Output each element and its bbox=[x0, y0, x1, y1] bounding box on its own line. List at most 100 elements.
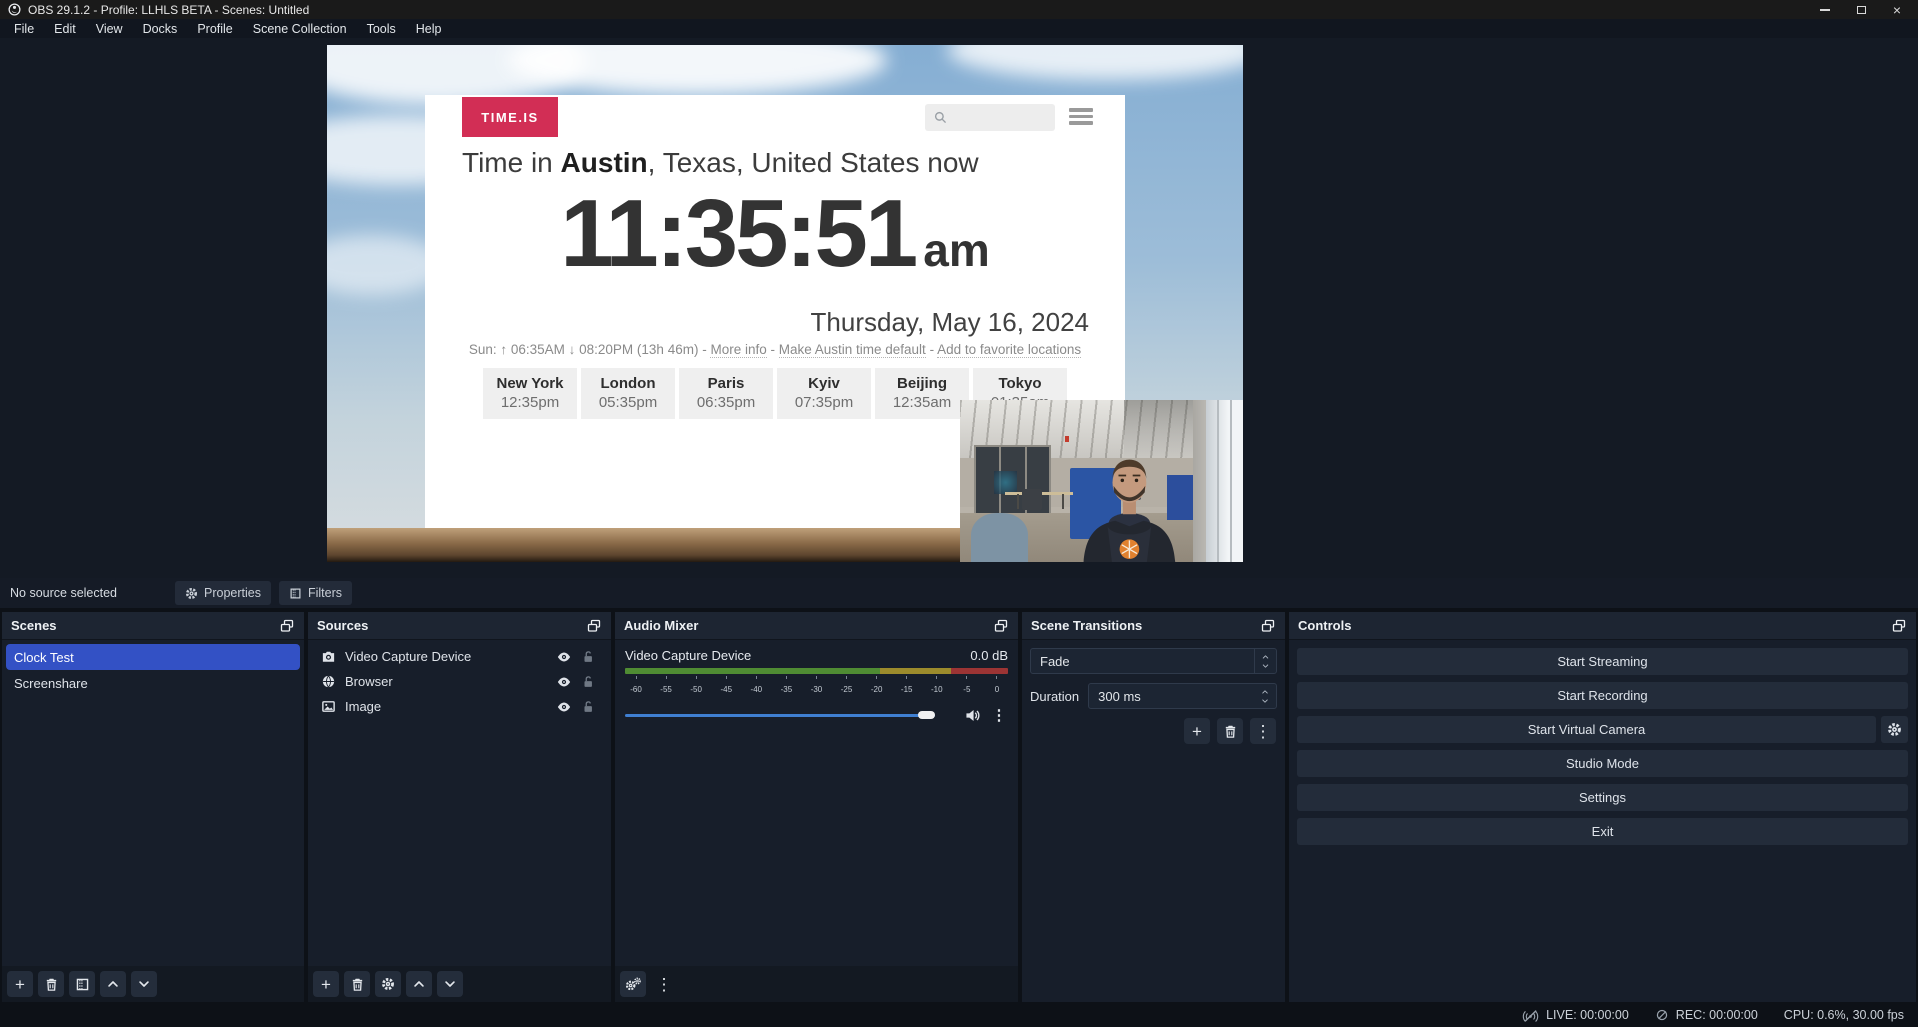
city-box: New York12:35pm bbox=[483, 368, 577, 419]
record-inactive-icon bbox=[1655, 1008, 1669, 1022]
scene-item-screenshare[interactable]: Screenshare bbox=[6, 670, 300, 696]
chevron-up-icon bbox=[1261, 653, 1270, 661]
channel-options-button[interactable]: ⋮ bbox=[990, 706, 1008, 724]
menu-item-docks[interactable]: Docks bbox=[133, 22, 188, 36]
mixer-channel-label: Video Capture Device bbox=[625, 648, 751, 663]
move-scene-up-button[interactable] bbox=[100, 971, 126, 997]
gear-icon bbox=[185, 587, 198, 600]
sources-title: Sources bbox=[317, 618, 368, 633]
slider-handle[interactable] bbox=[918, 711, 935, 719]
city-box: Kyiv07:35pm bbox=[777, 368, 871, 419]
audio-mixer-header: Audio Mixer bbox=[615, 612, 1018, 640]
properties-button[interactable]: Properties bbox=[175, 581, 271, 605]
virtual-camera-settings-button[interactable] bbox=[1881, 716, 1908, 743]
status-bar: LIVE: 00:00:00 REC: 00:00:00 CPU: 0.6%, … bbox=[0, 1003, 1918, 1027]
camera-icon bbox=[321, 649, 336, 664]
timeis-logo: TIME.IS bbox=[462, 97, 558, 137]
source-item-video-capture[interactable]: Video Capture Device bbox=[312, 644, 607, 669]
add-source-button[interactable]: + bbox=[313, 971, 339, 997]
source-status-label: No source selected bbox=[10, 586, 175, 600]
trash-icon bbox=[44, 977, 59, 992]
favorites-link: Add to favorite locations bbox=[937, 342, 1081, 358]
rec-timer: REC: 00:00:00 bbox=[1676, 1008, 1758, 1022]
eye-icon[interactable] bbox=[556, 699, 572, 715]
trash-icon bbox=[1223, 724, 1238, 739]
meter-tick: -35 bbox=[775, 676, 797, 697]
timeis-date: Thursday, May 16, 2024 bbox=[811, 307, 1089, 338]
remove-source-button[interactable] bbox=[344, 971, 370, 997]
move-source-down-button[interactable] bbox=[437, 971, 463, 997]
cpu-fps-label: CPU: 0.6%, 30.00 fps bbox=[1784, 1008, 1904, 1022]
move-scene-down-button[interactable] bbox=[131, 971, 157, 997]
speaker-icon[interactable] bbox=[964, 707, 981, 724]
sources-header: Sources bbox=[308, 612, 611, 640]
close-button[interactable]: × bbox=[1890, 4, 1904, 16]
settings-button[interactable]: Settings bbox=[1297, 784, 1908, 811]
lock-icon[interactable] bbox=[581, 700, 595, 714]
transition-options-button[interactable]: ⋮ bbox=[1250, 718, 1276, 744]
menu-item-file[interactable]: File bbox=[4, 22, 44, 36]
source-item-image[interactable]: Image bbox=[312, 694, 607, 719]
remove-transition-button[interactable] bbox=[1217, 718, 1243, 744]
chevron-down-icon bbox=[443, 977, 457, 991]
source-properties-button[interactable] bbox=[375, 971, 401, 997]
menu-item-tools[interactable]: Tools bbox=[357, 22, 406, 36]
meter-scale: -60 -55 -50 -45 -40 -35 -30 -25 -20 -15 … bbox=[625, 676, 1008, 697]
menu-item-scene-collection[interactable]: Scene Collection bbox=[243, 22, 357, 36]
monitor-glow bbox=[994, 471, 1017, 494]
scene-canvas[interactable]: TIME.IS Time in Austin, Texas, United St… bbox=[327, 45, 1243, 562]
source-item-browser[interactable]: Browser bbox=[312, 669, 607, 694]
start-recording-button[interactable]: Start Recording bbox=[1297, 682, 1908, 709]
trash-icon bbox=[350, 977, 365, 992]
popout-icon bbox=[1891, 618, 1907, 634]
mixer-level-db: 0.0 dB bbox=[970, 648, 1008, 663]
start-streaming-button[interactable]: Start Streaming bbox=[1297, 648, 1908, 675]
eye-icon[interactable] bbox=[556, 649, 572, 665]
scene-filters-button[interactable] bbox=[69, 971, 95, 997]
scenes-list: Clock Test Screenshare bbox=[2, 640, 304, 700]
add-scene-button[interactable]: + bbox=[7, 971, 33, 997]
cloud-shape bbox=[507, 45, 887, 95]
controls-panel: Controls Start Streaming Start Recording… bbox=[1289, 612, 1916, 1002]
chevron-down-icon bbox=[137, 977, 151, 991]
mixer-options-button[interactable]: ⋮ bbox=[651, 971, 677, 997]
add-transition-button[interactable]: + bbox=[1184, 718, 1210, 744]
menu-item-profile[interactable]: Profile bbox=[187, 22, 242, 36]
filters-button[interactable]: Filters bbox=[279, 581, 352, 605]
filter-icon bbox=[75, 977, 90, 992]
live-timer: LIVE: 00:00:00 bbox=[1546, 1008, 1629, 1022]
lock-icon[interactable] bbox=[581, 675, 595, 689]
foreground-chair bbox=[971, 513, 1028, 562]
scene-item-clock-test[interactable]: Clock Test bbox=[6, 644, 300, 670]
meter-green-zone bbox=[625, 668, 880, 674]
city-time: 12:35pm bbox=[483, 394, 577, 411]
exit-button[interactable]: Exit bbox=[1297, 818, 1908, 845]
studio-mode-button[interactable]: Studio Mode bbox=[1297, 750, 1908, 777]
image-icon bbox=[321, 699, 336, 714]
transition-select[interactable]: Fade bbox=[1030, 648, 1277, 674]
menu-item-view[interactable]: View bbox=[86, 22, 133, 36]
volume-slider[interactable] bbox=[625, 707, 955, 723]
minimize-button[interactable] bbox=[1818, 4, 1832, 16]
duration-spinbox[interactable]: 300 ms bbox=[1088, 683, 1277, 709]
webcam-overlay[interactable] bbox=[960, 400, 1243, 562]
menubar: File Edit View Docks Profile Scene Colle… bbox=[0, 19, 1918, 38]
cloud-shape bbox=[947, 45, 1243, 80]
sources-panel: Sources Video Capture Device Browser bbox=[308, 612, 611, 1002]
start-virtual-camera-button[interactable]: Start Virtual Camera bbox=[1297, 716, 1876, 743]
volume-meter bbox=[625, 668, 1008, 674]
advanced-audio-button[interactable] bbox=[620, 971, 646, 997]
menu-item-help[interactable]: Help bbox=[406, 22, 452, 36]
meter-yellow-zone bbox=[880, 668, 951, 674]
menu-item-edit[interactable]: Edit bbox=[44, 22, 86, 36]
eye-icon[interactable] bbox=[556, 674, 572, 690]
move-source-up-button[interactable] bbox=[406, 971, 432, 997]
popout-icon bbox=[993, 618, 1009, 634]
transition-value: Fade bbox=[1040, 654, 1070, 669]
spin-arrows[interactable] bbox=[1254, 684, 1276, 708]
mixer-channel: Video Capture Device 0.0 dB -60 -55 -50 … bbox=[615, 640, 1018, 732]
lock-icon[interactable] bbox=[581, 650, 595, 664]
maximize-button[interactable] bbox=[1854, 4, 1868, 16]
link-separator: - bbox=[767, 342, 779, 357]
remove-scene-button[interactable] bbox=[38, 971, 64, 997]
